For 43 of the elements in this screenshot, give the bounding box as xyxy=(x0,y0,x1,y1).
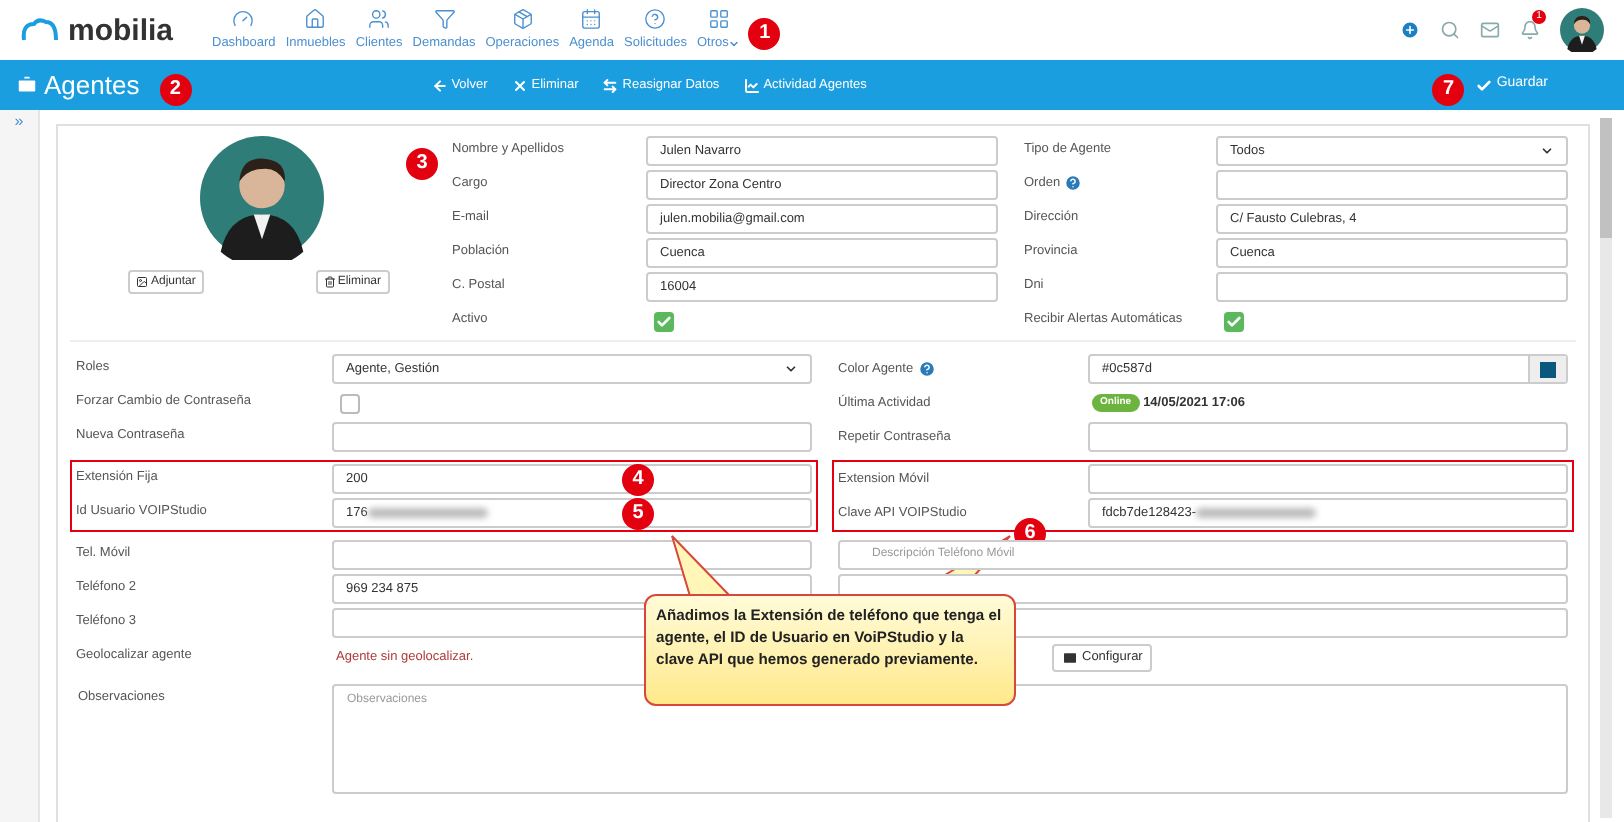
checkbox[interactable] xyxy=(340,393,360,413)
input-field[interactable] xyxy=(1216,272,1568,302)
caret-icon xyxy=(784,362,798,376)
nav-icon xyxy=(232,7,255,30)
envelope-icon xyxy=(1062,649,1078,665)
nav-icon xyxy=(511,7,534,30)
nav-icon xyxy=(433,7,456,30)
briefcase-icon xyxy=(16,74,38,96)
nav-icon xyxy=(707,7,730,30)
step-marker: 1 xyxy=(748,18,781,50)
step-marker: 2 xyxy=(159,73,192,105)
logo-icon xyxy=(20,18,60,42)
step-marker: 7 xyxy=(1432,73,1465,105)
callout-tail xyxy=(671,535,733,597)
search-icon[interactable] xyxy=(1440,20,1460,40)
caret-icon xyxy=(1540,144,1554,158)
nav-icon xyxy=(580,7,603,30)
check-icon xyxy=(1476,77,1493,93)
add-icon[interactable] xyxy=(1400,20,1420,40)
image-icon xyxy=(136,276,149,288)
input-field[interactable] xyxy=(332,540,812,570)
logo: mobilia xyxy=(68,15,174,45)
nav-icon xyxy=(644,7,667,30)
mail-icon[interactable] xyxy=(1480,20,1500,40)
step-marker: 3 xyxy=(406,148,438,180)
checkbox[interactable] xyxy=(1224,311,1244,331)
input-field[interactable] xyxy=(1088,464,1568,494)
toolbar-icon xyxy=(743,77,760,93)
input-field[interactable] xyxy=(332,422,812,452)
nav-icon xyxy=(368,7,391,30)
input-field[interactable] xyxy=(1088,422,1568,452)
toolbar-icon xyxy=(431,77,448,93)
toolbar-icon xyxy=(602,77,619,93)
toolbar-icon xyxy=(511,77,528,93)
input-field[interactable] xyxy=(1216,170,1568,200)
checkbox[interactable] xyxy=(654,311,674,331)
page-title: Agentes xyxy=(44,67,140,104)
avatar xyxy=(1560,8,1604,52)
nav-icon xyxy=(304,7,327,30)
avatar xyxy=(199,136,323,260)
trash-icon xyxy=(323,276,336,288)
bell-icon[interactable] xyxy=(1520,20,1540,40)
input-field[interactable] xyxy=(838,574,1568,604)
